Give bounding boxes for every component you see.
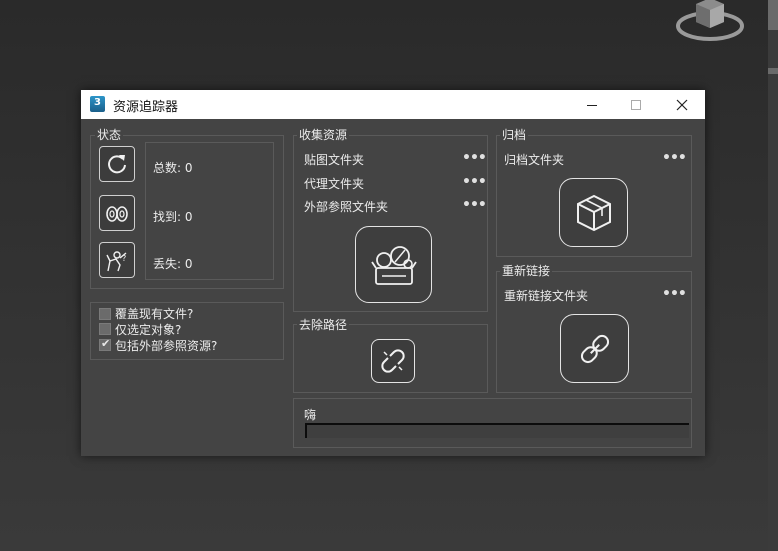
selected-only-label: 仅选定对象? <box>115 323 182 337</box>
missing-count: 丢失: 0 <box>153 257 193 271</box>
archive-folder-browse-button[interactable]: ••• <box>662 150 687 166</box>
broken-link-icon <box>381 349 405 373</box>
chain-link-icon <box>580 334 609 363</box>
status-title: 状态 <box>95 126 124 143</box>
overwrite-label: 覆盖现有文件? <box>115 307 194 321</box>
archive-title: 归档 <box>500 126 529 143</box>
relink-folder-label: 重新链接文件夹 <box>504 289 589 303</box>
confused-person-icon: ? <box>106 251 127 272</box>
maximize-button[interactable] <box>613 90 659 119</box>
found-count: 找到: 0 <box>153 210 193 224</box>
include-xref-label: 包括外部参照资源? <box>115 339 218 353</box>
strip-path-button[interactable] <box>371 339 415 383</box>
proxy-folder-label: 代理文件夹 <box>304 177 365 191</box>
archive-folder-label: 归档文件夹 <box>504 153 565 167</box>
xref-folder-label: 外部参照文件夹 <box>304 200 389 214</box>
minimize-button[interactable] <box>569 90 615 119</box>
refresh-button[interactable] <box>99 146 135 182</box>
relink-button[interactable] <box>560 314 629 383</box>
archive-button[interactable] <box>559 178 628 247</box>
asset-tracker-window: 3 资源追踪器 状态 ? 总数: 0 找到: 0 丢失: 0 覆盖现有文件? 仅… <box>81 90 705 456</box>
svg-text:?: ? <box>122 254 126 263</box>
include-xref-checkbox[interactable]: ✔ <box>99 337 111 351</box>
relink-folder-browse-button[interactable]: ••• <box>662 286 687 302</box>
window-title: 资源追踪器 <box>113 100 179 115</box>
collect-button[interactable] <box>355 226 432 303</box>
refresh-icon <box>108 155 126 174</box>
map-folder-browse-button[interactable]: ••• <box>462 150 487 166</box>
selected-only-checkbox[interactable] <box>99 323 111 335</box>
find-button[interactable] <box>99 195 135 231</box>
package-box-icon <box>576 194 611 231</box>
box-of-items-icon <box>370 245 417 285</box>
progress-bar <box>305 423 689 438</box>
total-count: 总数: 0 <box>153 161 193 175</box>
title-bar[interactable]: 3 资源追踪器 <box>81 90 705 119</box>
proxy-folder-browse-button[interactable]: ••• <box>462 174 487 190</box>
collect-title: 收集资源 <box>297 126 350 143</box>
app-icon: 3 <box>90 96 105 112</box>
xref-folder-browse-button[interactable]: ••• <box>462 197 487 213</box>
relink-title: 重新链接 <box>500 262 553 279</box>
strip-path-title: 去除路径 <box>297 316 350 333</box>
status-message: 嗨 <box>304 408 317 422</box>
map-folder-label: 贴图文件夹 <box>304 153 365 167</box>
viewport-side-toolbar <box>768 0 778 551</box>
binoculars-icon <box>106 206 128 222</box>
overwrite-checkbox[interactable] <box>99 308 111 320</box>
missing-button[interactable]: ? <box>99 242 135 278</box>
checkmark-icon: ✔ <box>101 337 111 350</box>
close-button[interactable] <box>659 90 705 119</box>
viewcube-gizmo[interactable] <box>672 0 752 46</box>
